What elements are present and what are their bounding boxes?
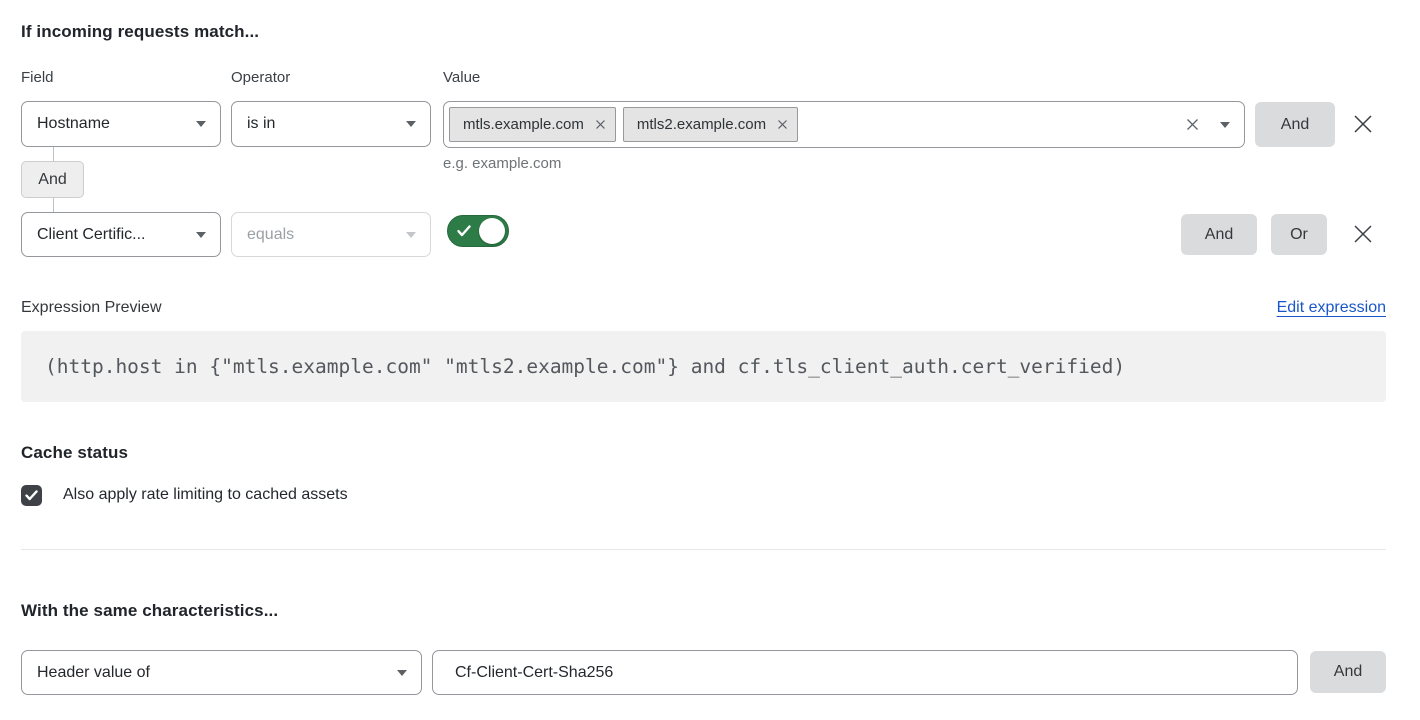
chevron-down-icon	[196, 232, 206, 238]
value-tag-text: mtls2.example.com	[637, 116, 766, 133]
field-label: Field	[21, 69, 54, 86]
field-select-row2-value: Client Certific...	[37, 226, 188, 244]
value-tag-text: mtls.example.com	[463, 116, 584, 133]
value-tag: mtls2.example.com	[623, 107, 798, 142]
rate-limit-rule-builder: If incoming requests match... Field Oper…	[0, 0, 1420, 720]
row-connector-and-button[interactable]: And	[21, 161, 84, 198]
clear-values-icon[interactable]	[1185, 117, 1200, 132]
match-section-title: If incoming requests match...	[21, 22, 259, 42]
operator-label: Operator	[231, 69, 290, 86]
cached-assets-checkbox-label: Also apply rate limiting to cached asset…	[63, 486, 348, 504]
add-characteristic-button[interactable]: And	[1310, 651, 1386, 693]
remove-row1-icon[interactable]	[1350, 111, 1376, 137]
expression-preview-label: Expression Preview	[21, 299, 162, 317]
remove-tag-icon[interactable]	[777, 119, 788, 130]
field-select-row1-value: Hostname	[37, 115, 188, 133]
operator-select-row2-disabled: equals	[231, 212, 431, 257]
chevron-down-icon	[196, 121, 206, 127]
chevron-down-icon	[397, 670, 407, 676]
remove-row2-icon[interactable]	[1350, 221, 1376, 247]
checkmark-icon	[25, 490, 38, 501]
connector-line	[53, 147, 54, 161]
remove-tag-icon[interactable]	[595, 119, 606, 130]
add-or-condition-button-row2[interactable]: Or	[1271, 214, 1327, 255]
value-multiselect[interactable]: mtls.example.com mtls2.example.com	[443, 101, 1245, 148]
characteristic-select-value: Header value of	[37, 664, 389, 682]
field-select-row1[interactable]: Hostname	[21, 101, 221, 147]
operator-select-row2-value: equals	[247, 226, 398, 244]
cached-assets-checkbox[interactable]	[21, 485, 42, 506]
characteristics-title: With the same characteristics...	[21, 601, 278, 621]
characteristic-select[interactable]: Header value of	[21, 650, 422, 695]
value-tag: mtls.example.com	[449, 107, 616, 142]
header-name-input[interactable]	[432, 650, 1298, 695]
expression-code: (http.host in {"mtls.example.com" "mtls2…	[45, 355, 1125, 378]
operator-select-row1[interactable]: is in	[231, 101, 431, 147]
add-and-condition-button-row2[interactable]: And	[1181, 214, 1257, 255]
field-select-row2[interactable]: Client Certific...	[21, 212, 221, 257]
cache-status-title: Cache status	[21, 443, 128, 463]
toggle-knob	[479, 218, 505, 244]
chevron-down-icon	[406, 232, 416, 238]
connector-line	[53, 198, 54, 212]
value-label: Value	[443, 69, 480, 86]
operator-select-row1-value: is in	[247, 115, 398, 133]
section-divider	[21, 549, 1386, 550]
value-helper-text: e.g. example.com	[443, 155, 561, 172]
chevron-down-icon	[1220, 122, 1230, 128]
chevron-down-icon	[406, 121, 416, 127]
checkmark-icon	[457, 225, 471, 237]
cert-verified-toggle[interactable]	[447, 215, 509, 247]
expression-code-block: (http.host in {"mtls.example.com" "mtls2…	[21, 331, 1386, 402]
edit-expression-link[interactable]: Edit expression	[1277, 299, 1386, 317]
add-and-condition-button-row1[interactable]: And	[1255, 102, 1335, 147]
